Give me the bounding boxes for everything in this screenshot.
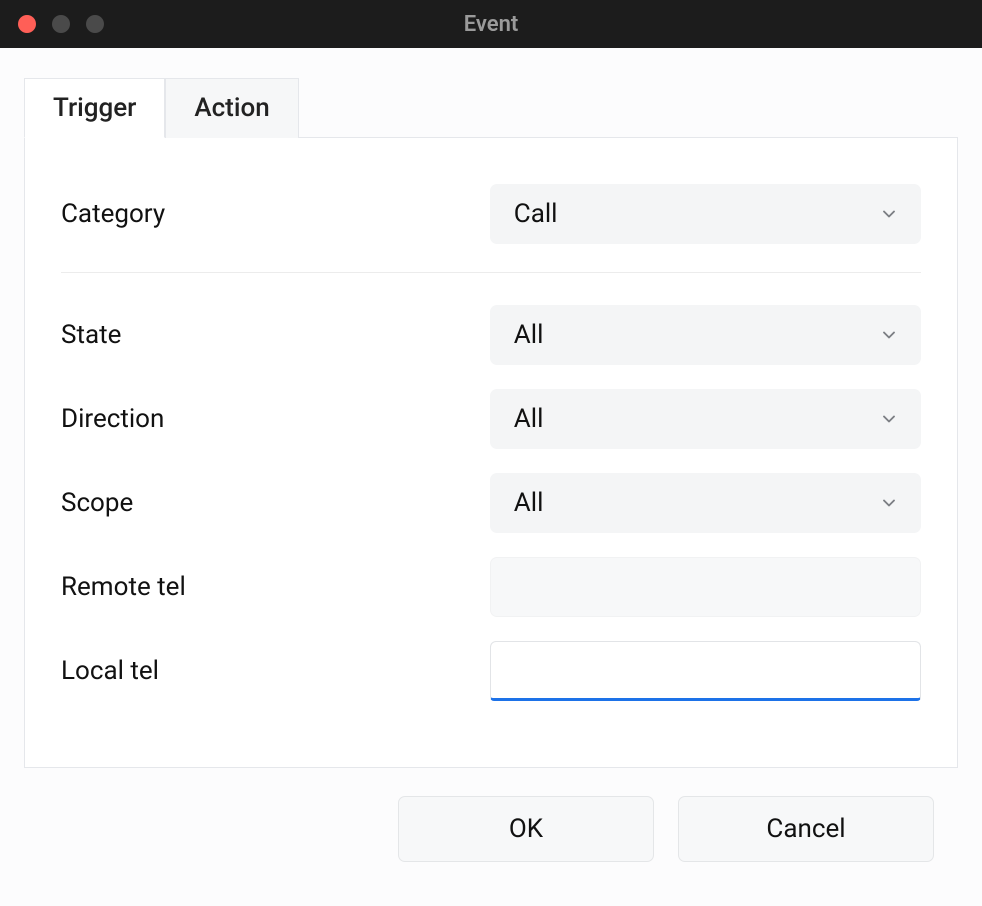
state-select[interactable]: All — [490, 305, 921, 365]
direction-select[interactable]: All — [490, 389, 921, 449]
row-remote-tel: Remote tel — [61, 549, 921, 625]
titlebar: Event — [0, 0, 982, 48]
remote-tel-input[interactable] — [490, 557, 921, 617]
content-area: Trigger Action Category Call State All — [0, 48, 982, 906]
tab-trigger[interactable]: Trigger — [24, 78, 165, 138]
window-title: Event — [0, 12, 982, 37]
divider — [61, 272, 921, 273]
chevron-down-icon — [879, 204, 899, 224]
window-minimize-button[interactable] — [52, 15, 70, 33]
row-scope: Scope All — [61, 465, 921, 541]
direction-label: Direction — [61, 404, 474, 434]
window-close-button[interactable] — [18, 15, 36, 33]
window-zoom-button[interactable] — [86, 15, 104, 33]
state-label: State — [61, 320, 474, 350]
row-state: State All — [61, 297, 921, 373]
scope-select-value: All — [514, 488, 544, 518]
remote-tel-label: Remote tel — [61, 572, 474, 602]
row-category: Category Call — [61, 176, 921, 252]
direction-select-value: All — [514, 404, 544, 434]
row-local-tel: Local tel — [61, 633, 921, 709]
state-select-value: All — [514, 320, 544, 350]
scope-label: Scope — [61, 488, 474, 518]
cancel-button[interactable]: Cancel — [678, 796, 934, 862]
dialog-footer: OK Cancel — [24, 768, 958, 862]
category-select[interactable]: Call — [490, 184, 921, 244]
chevron-down-icon — [879, 409, 899, 429]
tab-bar: Trigger Action — [24, 78, 958, 137]
local-tel-input[interactable] — [490, 641, 921, 701]
chevron-down-icon — [879, 325, 899, 345]
local-tel-label: Local tel — [61, 656, 474, 686]
chevron-down-icon — [879, 493, 899, 513]
category-label: Category — [61, 199, 474, 229]
scope-select[interactable]: All — [490, 473, 921, 533]
tab-action[interactable]: Action — [165, 78, 298, 138]
row-direction: Direction All — [61, 381, 921, 457]
trigger-panel: Category Call State All Direction — [24, 137, 958, 768]
category-select-value: Call — [514, 199, 558, 229]
ok-button[interactable]: OK — [398, 796, 654, 862]
traffic-lights — [0, 15, 104, 33]
